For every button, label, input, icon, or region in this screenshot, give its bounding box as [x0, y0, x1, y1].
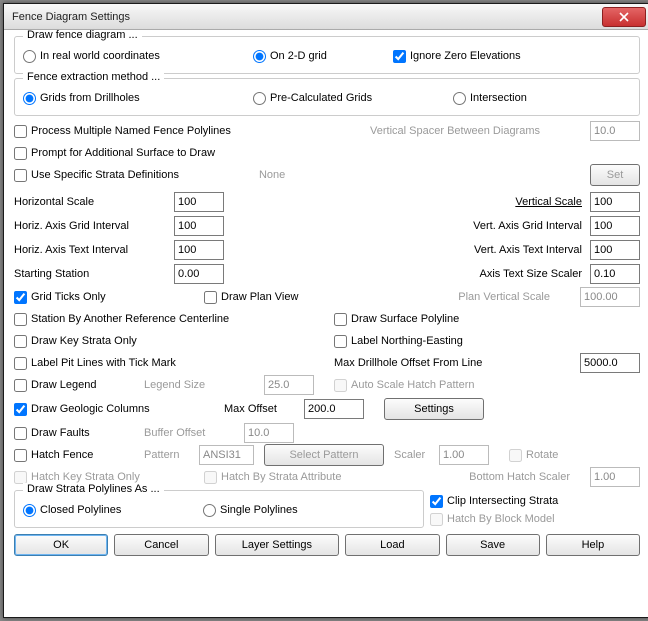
check-process-multi[interactable]: Process Multiple Named Fence Polylines [14, 125, 231, 138]
save-button[interactable]: Save [446, 534, 540, 556]
check-prompt-additional[interactable]: Prompt for Additional Surface to Draw [14, 147, 215, 160]
label-vtext: Vert. Axis Text Interval [450, 244, 590, 256]
input-vscale[interactable] [590, 192, 640, 212]
input-hgrid[interactable] [174, 216, 224, 236]
check-hatch-fence[interactable]: Hatch Fence [14, 449, 144, 462]
input-bottom-hatch [590, 467, 640, 487]
input-starting-station[interactable] [174, 264, 224, 284]
label-hgrid: Horiz. Axis Grid Interval [14, 220, 174, 232]
input-vtext[interactable] [590, 240, 640, 260]
label-max-drill: Max Drillhole Offset From Line [334, 357, 482, 369]
input-max-offset[interactable] [304, 399, 364, 419]
radio-intersection[interactable]: Intersection [453, 92, 527, 105]
check-draw-surface-poly[interactable]: Draw Surface Polyline [334, 313, 459, 326]
check-label-pit[interactable]: Label Pit Lines with Tick Mark [14, 357, 334, 370]
help-button[interactable]: Help [546, 534, 640, 556]
label-atsize: Axis Text Size Scaler [450, 268, 590, 280]
link-vscale[interactable]: Vertical Scale [450, 196, 590, 208]
label-vspacer: Vertical Spacer Between Diagrams [370, 125, 540, 137]
input-hscale[interactable] [174, 192, 224, 212]
label-hscale: Horizontal Scale [14, 196, 174, 208]
check-clip-intersecting[interactable]: Clip Intersecting Strata [430, 495, 640, 508]
label-pattern: Pattern [144, 449, 199, 461]
input-max-drill[interactable] [580, 353, 640, 373]
label-plan-vscale: Plan Vertical Scale [458, 291, 550, 303]
check-draw-key-strata[interactable]: Draw Key Strata Only [14, 335, 334, 348]
dialog-window: Fence Diagram Settings Draw fence diagra… [3, 3, 648, 618]
input-legend-size [264, 375, 314, 395]
check-ignore-zero[interactable]: Ignore Zero Elevations [393, 50, 521, 63]
titlebar: Fence Diagram Settings [4, 4, 648, 30]
input-pattern [199, 445, 254, 465]
label-bottom-hatch: Bottom Hatch Scaler [469, 471, 570, 483]
label-buffer: Buffer Offset [144, 427, 244, 439]
check-draw-geo[interactable]: Draw Geologic Columns [14, 403, 224, 416]
input-vspacer [590, 121, 640, 141]
check-rotate: Rotate [509, 449, 558, 462]
ok-button[interactable]: OK [14, 534, 108, 556]
cancel-button[interactable]: Cancel [114, 534, 208, 556]
button-row: OK Cancel Layer Settings Load Save Help [14, 534, 640, 556]
check-draw-legend[interactable]: Draw Legend [14, 379, 144, 392]
load-button[interactable]: Load [345, 534, 439, 556]
radio-closed-polylines[interactable]: Closed Polylines [23, 504, 203, 517]
label-max-offset: Max Offset [224, 403, 304, 415]
radio-real-world[interactable]: In real world coordinates [23, 50, 253, 63]
label-htext: Horiz. Axis Text Interval [14, 244, 174, 256]
window-title: Fence Diagram Settings [12, 11, 130, 23]
input-plan-vscale [580, 287, 640, 307]
check-hatch-block-model: Hatch By Block Model [430, 513, 640, 526]
input-scaler [439, 445, 489, 465]
check-hatch-key-strata: Hatch Key Strata Only [14, 471, 204, 484]
group-extraction: Fence extraction method ... Grids from D… [14, 78, 640, 116]
close-icon [619, 12, 629, 22]
radio-on-2d-grid[interactable]: On 2-D grid [253, 50, 393, 63]
group-draw-legend: Draw fence diagram ... [23, 30, 142, 41]
input-atsize[interactable] [590, 264, 640, 284]
set-button: Set [590, 164, 640, 186]
layer-settings-button[interactable]: Layer Settings [215, 534, 340, 556]
check-label-ne[interactable]: Label Northing-Easting [334, 335, 463, 348]
settings-button[interactable]: Settings [384, 398, 484, 420]
client-area: Draw fence diagram ... In real world coo… [4, 30, 648, 617]
input-vgrid[interactable] [590, 216, 640, 236]
radio-precalc-grids[interactable]: Pre-Calculated Grids [253, 92, 453, 105]
check-hatch-by-strata-attr: Hatch By Strata Attribute [204, 471, 341, 484]
label-starting-station: Starting Station [14, 268, 174, 280]
group-extract-legend: Fence extraction method ... [23, 71, 164, 83]
input-buffer [244, 423, 294, 443]
check-grid-ticks[interactable]: Grid Ticks Only [14, 291, 204, 304]
label-legend-size: Legend Size [144, 379, 264, 391]
group-polylines-legend: Draw Strata Polylines As ... [23, 483, 164, 495]
label-vgrid: Vert. Axis Grid Interval [450, 220, 590, 232]
label-scaler: Scaler [394, 449, 439, 461]
radio-grids-drillholes[interactable]: Grids from Drillholes [23, 92, 253, 105]
check-station-ref[interactable]: Station By Another Reference Centerline [14, 313, 334, 326]
group-draw-fence: Draw fence diagram ... In real world coo… [14, 36, 640, 74]
select-pattern-button: Select Pattern [264, 444, 384, 466]
check-draw-plan[interactable]: Draw Plan View [204, 291, 334, 304]
check-use-strata-defs[interactable]: Use Specific Strata Definitions [14, 169, 179, 182]
check-auto-hatch: Auto Scale Hatch Pattern [334, 379, 475, 392]
group-polylines: Draw Strata Polylines As ... Closed Poly… [14, 490, 424, 528]
check-draw-faults[interactable]: Draw Faults [14, 427, 144, 440]
input-htext[interactable] [174, 240, 224, 260]
radio-single-polylines[interactable]: Single Polylines [203, 504, 298, 517]
label-none: None [259, 169, 285, 181]
close-button[interactable] [602, 7, 646, 27]
